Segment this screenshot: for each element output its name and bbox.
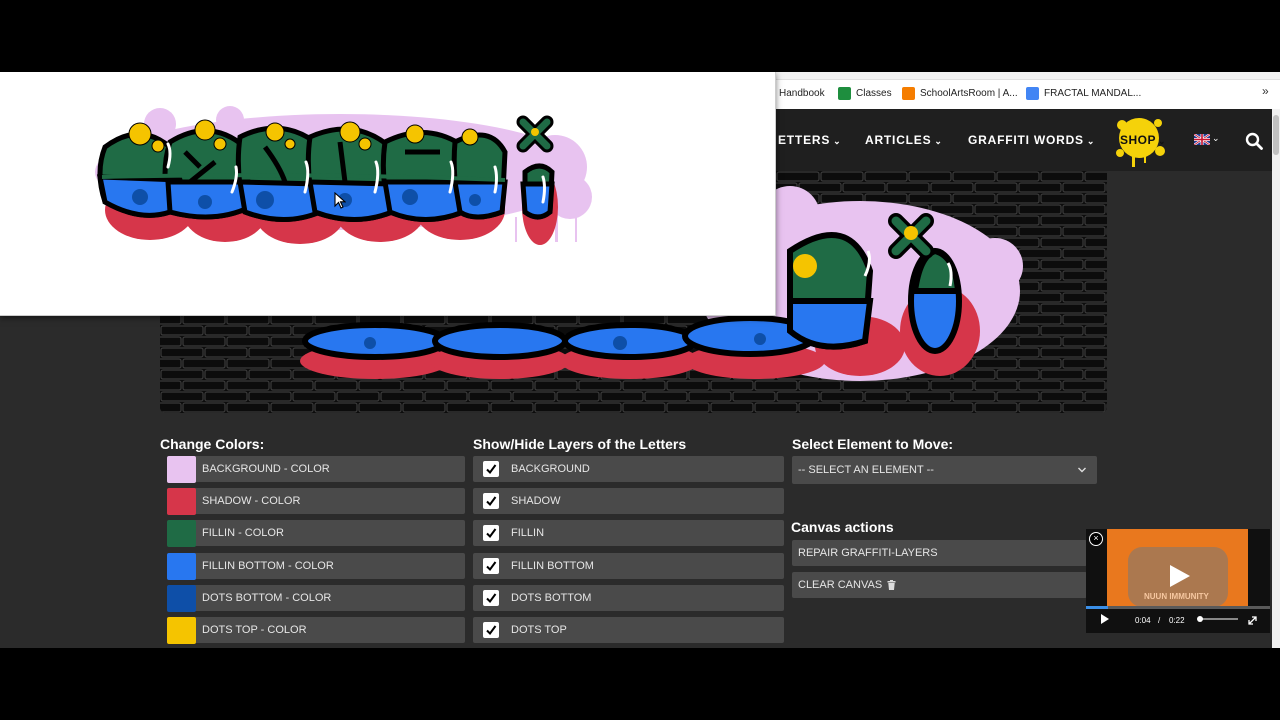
clear-canvas-button[interactable]: CLEAR CANVAS [792, 572, 1087, 598]
bookmark-fractal[interactable]: FRACTAL MANDAL... [1026, 84, 1141, 102]
color-row-shadow[interactable]: SHADOW - COLOR [167, 487, 465, 515]
element-select[interactable]: -- SELECT AN ELEMENT -- [792, 456, 1097, 484]
chevron-down-icon: ⌄ [833, 136, 842, 146]
layer-label: DOTS BOTTOM [511, 592, 592, 604]
bookmark-schoolartsroom[interactable]: SchoolArtsRoom | A... [902, 84, 1018, 102]
browser-window: Handbook Classes SchoolArtsRoom | A... F… [0, 72, 1280, 648]
layer-row-shadow[interactable]: SHADOW [473, 488, 784, 514]
layers-title: Show/Hide Layers of the Letters [473, 436, 687, 452]
layer-checkbox[interactable] [483, 590, 499, 606]
chevron-down-icon: ⌄ [934, 136, 943, 146]
blogger-icon [902, 86, 915, 100]
color-swatch[interactable] [167, 584, 196, 612]
color-label: FILLIN BOTTOM - COLOR [202, 560, 334, 572]
color-label: FILLIN - COLOR [202, 527, 284, 539]
canvas-actions-title: Canvas actions [791, 519, 894, 535]
layer-row-fillin[interactable]: FILLIN [473, 520, 784, 546]
chevron-down-icon [1078, 467, 1086, 473]
color-row-fillin-bottom[interactable]: FILLIN BOTTOM - COLOR [167, 552, 465, 580]
color-swatch[interactable] [167, 552, 196, 580]
color-swatch[interactable] [167, 487, 196, 515]
layer-checkbox[interactable] [483, 525, 499, 541]
color-swatch[interactable] [167, 519, 196, 547]
chevron-down-icon[interactable]: ⌄ [1212, 133, 1220, 144]
uk-flag-icon[interactable] [1194, 134, 1210, 145]
screen: Handbook Classes SchoolArtsRoom | A... F… [0, 0, 1280, 720]
checkmark-icon [486, 464, 497, 475]
button-label: CLEAR CANVAS [798, 579, 883, 591]
change-colors-title: Change Colors: [160, 436, 265, 452]
video-time-separator: / [1158, 616, 1161, 625]
nav-item-shop[interactable]: SHOP ⌄ [1120, 133, 1166, 147]
repair-layers-button[interactable]: REPAIR GRAFFITI-LAYERS [792, 540, 1087, 566]
button-label: REPAIR GRAFFITI-LAYERS [798, 547, 938, 559]
color-swatch[interactable] [167, 455, 196, 483]
checkmark-icon [486, 561, 497, 572]
element-select-value: -- SELECT AN ELEMENT -- [798, 464, 934, 476]
move-title: Select Element to Move: [792, 436, 954, 452]
scrollbar-thumb[interactable] [1273, 115, 1279, 155]
layer-label: DOTS TOP [511, 624, 567, 636]
nav-item-articles[interactable]: ARTICLES ⌄ [865, 133, 943, 147]
bookmark-label: Handbook [779, 87, 825, 99]
video-current-time: 0:04 [1135, 616, 1151, 625]
video-duration: 0:22 [1169, 616, 1185, 625]
bookmark-classes[interactable]: Classes [838, 84, 892, 102]
mouse-cursor-icon [334, 192, 346, 209]
color-row-background[interactable]: BACKGROUND - COLOR [167, 455, 465, 483]
layer-row-fillin-bottom[interactable]: FILLIN BOTTOM [473, 553, 784, 579]
layer-label: SHADOW [511, 495, 561, 507]
color-label: SHADOW - COLOR [202, 495, 301, 507]
bookmark-label: Classes [856, 87, 892, 99]
layer-checkbox[interactable] [483, 493, 499, 509]
docs-icon [1026, 86, 1039, 100]
color-label: DOTS BOTTOM - COLOR [202, 592, 332, 604]
layer-row-dots-top[interactable]: DOTS TOP [473, 617, 784, 643]
color-row-dots-bottom[interactable]: DOTS BOTTOM - COLOR [167, 584, 465, 612]
nav-item-graffiti-words[interactable]: GRAFFITI WORDS ⌄ [968, 133, 1095, 147]
chevron-down-icon: ⌄ [1158, 136, 1167, 146]
bookmarks-more-button[interactable]: » [1262, 84, 1269, 98]
bookmark-label: SchoolArtsRoom | A... [920, 87, 1018, 99]
video-close-button[interactable]: × [1089, 532, 1103, 546]
nav-label: GRAFFITI WORDS [968, 133, 1084, 147]
color-row-fillin[interactable]: FILLIN - COLOR [167, 519, 465, 547]
checkmark-icon [486, 625, 497, 636]
graffiti-preview-image [95, 106, 592, 245]
nav-item-letters[interactable]: ETTERS ⌄ [778, 133, 841, 147]
chevron-down-icon: ⌄ [1086, 136, 1096, 146]
layer-row-background[interactable]: BACKGROUND [473, 456, 784, 482]
layer-label: FILLIN BOTTOM [511, 560, 594, 572]
checkmark-icon [486, 593, 497, 604]
color-label: DOTS TOP - COLOR [202, 624, 307, 636]
layer-checkbox[interactable] [483, 461, 499, 477]
layer-row-dots-bottom[interactable]: DOTS BOTTOM [473, 585, 784, 611]
nav-label: SHOP [1120, 133, 1157, 147]
trash-icon [887, 580, 896, 590]
color-row-dots-top[interactable]: DOTS TOP - COLOR [167, 616, 465, 644]
search-icon[interactable] [1245, 132, 1263, 150]
layer-label: FILLIN [511, 527, 545, 539]
layer-checkbox[interactable] [483, 622, 499, 638]
nav-label: ARTICLES [865, 133, 932, 147]
bookmark-handbook[interactable]: Handbook [779, 84, 825, 102]
nav-label: ETTERS [778, 133, 831, 147]
bookmark-label: FRACTAL MANDAL... [1044, 87, 1142, 99]
color-label: BACKGROUND - COLOR [202, 463, 330, 475]
page-scrollbar[interactable] [1272, 109, 1280, 648]
video-caption: NUUN IMMUNITY [1144, 592, 1209, 601]
checkmark-icon [486, 528, 497, 539]
color-swatch[interactable] [167, 616, 196, 644]
layer-label: BACKGROUND [511, 463, 590, 475]
layer-checkbox[interactable] [483, 558, 499, 574]
classroom-icon [838, 86, 851, 100]
checkmark-icon [486, 496, 497, 507]
tab-strip [776, 72, 1280, 80]
graffiti-preview-popup[interactable] [0, 72, 776, 316]
